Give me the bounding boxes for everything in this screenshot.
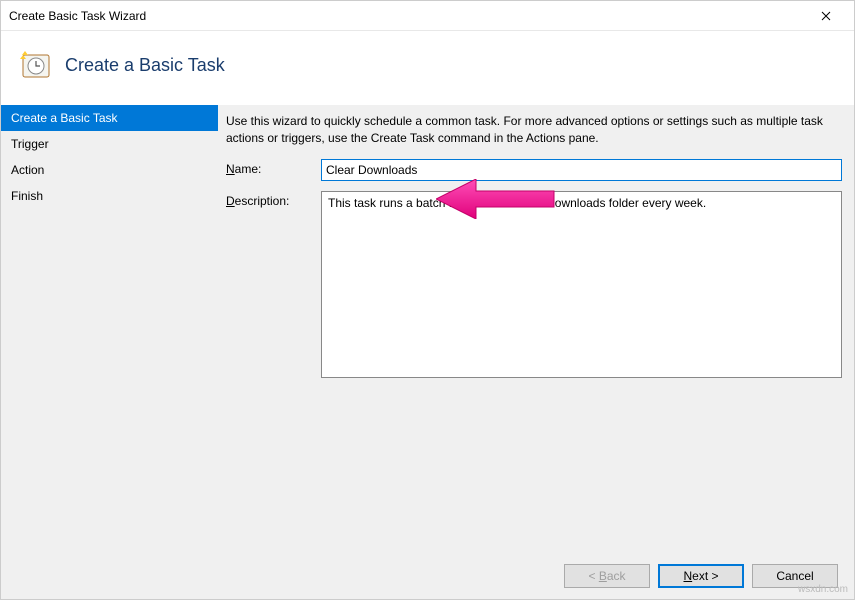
wizard-header: Create a Basic Task [1,31,854,105]
name-label: Name: [226,159,321,176]
window-title: Create Basic Task Wizard [9,9,806,23]
close-button[interactable] [806,2,846,30]
intro-text: Use this wizard to quickly schedule a co… [226,113,842,147]
description-row: Description: [226,191,842,378]
back-button: < Back [564,564,650,588]
titlebar: Create Basic Task Wizard [1,1,854,31]
description-label: Description: [226,191,321,208]
clock-wizard-icon [19,49,51,81]
sidebar-item-action[interactable]: Action [1,157,218,183]
wizard-header-title: Create a Basic Task [65,55,225,76]
sidebar-item-finish[interactable]: Finish [1,183,218,209]
wizard-footer: < Back Next > Cancel [1,553,854,599]
description-input[interactable] [321,191,842,378]
wizard-body: Create a Basic Task Trigger Action Finis… [1,105,854,560]
name-input[interactable] [321,159,842,181]
sidebar-item-trigger[interactable]: Trigger [1,131,218,157]
wizard-content: Use this wizard to quickly schedule a co… [218,105,854,560]
wizard-sidebar: Create a Basic Task Trigger Action Finis… [1,105,218,560]
name-row: Name: [226,159,842,181]
watermark-text: wsxdn.com [798,584,848,595]
close-icon [821,11,831,21]
sidebar-item-create-basic-task[interactable]: Create a Basic Task [1,105,218,131]
next-button[interactable]: Next > [658,564,744,588]
